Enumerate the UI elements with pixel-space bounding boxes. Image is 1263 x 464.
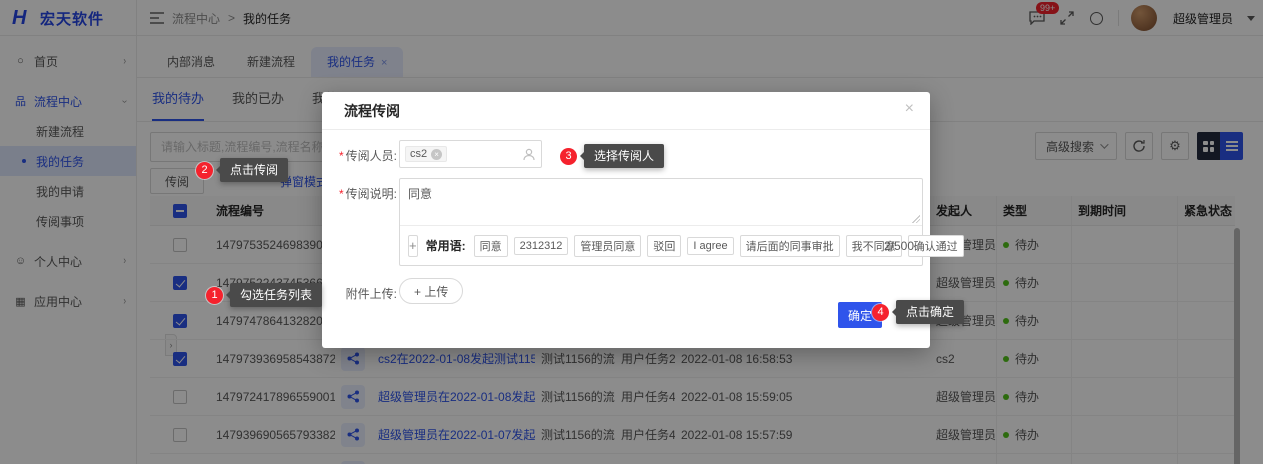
note-textarea[interactable]: 同意: [400, 179, 922, 225]
step-badge: 3: [560, 148, 577, 165]
recipients-label: *传阅人员:: [322, 140, 397, 168]
step-badge: 4: [872, 304, 889, 321]
upload-button[interactable]: + 上传: [399, 278, 463, 304]
note-label: *传阅说明:: [322, 178, 397, 266]
phrase-bar: + 常用语: 同意 2312312 管理员同意 驳回 I agree 请后面的同…: [400, 225, 922, 265]
tag-remove-icon[interactable]: ×: [431, 149, 442, 160]
upload-label: 附件上传:: [322, 278, 397, 304]
recipients-input[interactable]: cs2 ×: [399, 140, 542, 168]
user-search-icon[interactable]: [523, 148, 535, 164]
phrases-label: 常用语:: [426, 237, 466, 254]
resize-handle-icon[interactable]: [912, 215, 920, 223]
phrase-chip[interactable]: I agree: [687, 237, 733, 255]
recipient-tag: cs2 ×: [405, 146, 447, 162]
step-badge: 1: [206, 287, 223, 304]
app-window: H 宏天软件 流程中心 > 我的任务 99+ 超级管理员 ○: [0, 0, 1263, 464]
annotation-4: 4 点击确定: [872, 300, 964, 324]
phrase-chip[interactable]: 请后面的同事审批: [740, 235, 840, 257]
step-badge: 2: [196, 162, 213, 179]
phrase-chip[interactable]: 确认通过: [908, 235, 964, 257]
phrase-chip[interactable]: 驳回: [647, 235, 681, 257]
modal-title: 流程传阅: [344, 101, 400, 121]
phrase-chip[interactable]: 管理员同意: [574, 235, 641, 257]
phrase-chip[interactable]: 2312312: [514, 237, 569, 255]
annotation-1: 1 勾选任务列表: [206, 283, 322, 307]
step-tooltip: 点击传阅: [220, 158, 288, 182]
step-tooltip: 勾选任务列表: [230, 283, 322, 307]
phrase-chip[interactable]: 同意: [474, 235, 508, 257]
add-phrase-button[interactable]: +: [408, 235, 418, 257]
step-tooltip: 点击确定: [896, 300, 964, 324]
annotation-2: 2 点击传阅: [196, 158, 288, 182]
close-icon[interactable]: ×: [905, 100, 914, 118]
char-counter: 2/500: [884, 239, 914, 253]
annotation-3: 3 选择传阅人: [560, 144, 664, 168]
step-tooltip: 选择传阅人: [584, 144, 664, 168]
circulation-modal: 流程传阅 × *传阅人员: cs2 × *传阅说明: 同意: [322, 92, 930, 348]
